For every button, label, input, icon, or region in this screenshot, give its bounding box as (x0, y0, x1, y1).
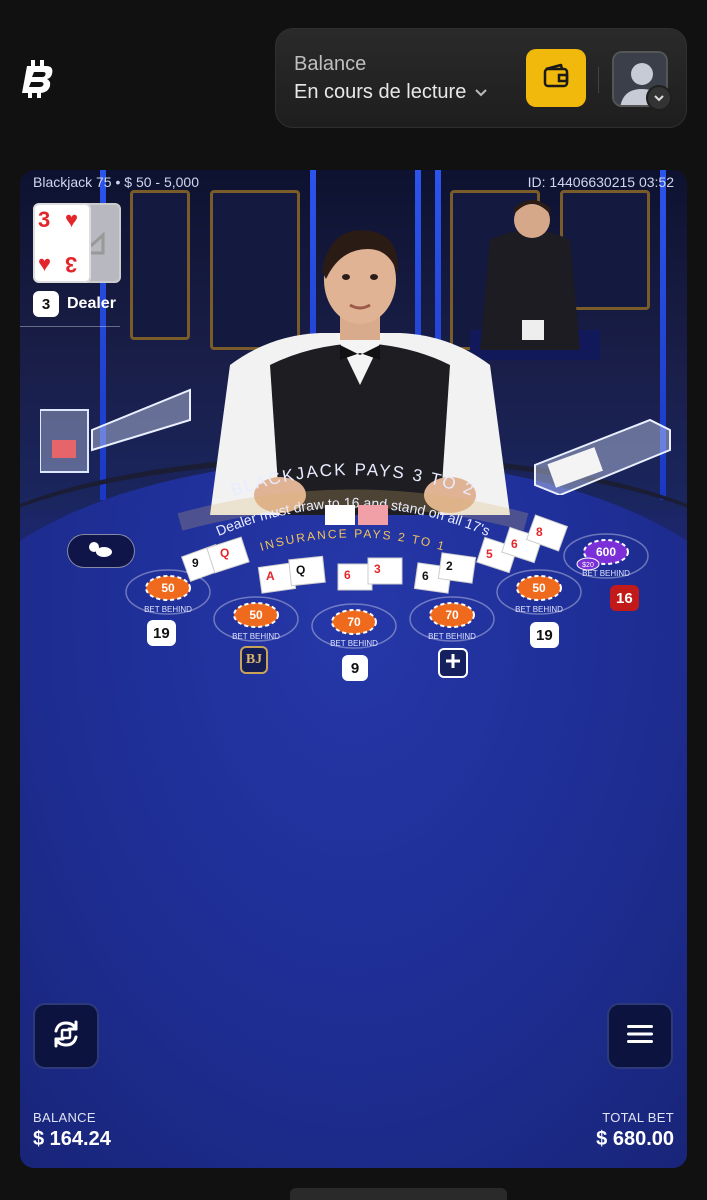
bet-menu-button[interactable] (67, 534, 135, 568)
heart-icon: ♥ (65, 207, 79, 232)
balance-status: En cours de lecture (294, 81, 467, 103)
hamburger-icon (625, 1022, 655, 1051)
chevron-down-icon (474, 81, 488, 104)
home-indicator (290, 1188, 507, 1200)
total-bet-label: TOTAL BET (602, 1110, 674, 1125)
bet-behind-label: BET BEHIND (428, 632, 476, 641)
table-name: Blackjack 75 • $ 50 - 5,000 (33, 174, 199, 190)
bet-behind-label: BET BEHIND (515, 605, 563, 614)
reload-stream-button[interactable] (33, 1003, 99, 1069)
chip-value: 50 (161, 581, 175, 595)
chip-value: 70 (445, 608, 459, 622)
add-bet-button[interactable] (438, 648, 468, 678)
refresh-icon (49, 1017, 83, 1056)
card-rank: 3 (38, 207, 51, 232)
bet-behind-label: BET BEHIND (330, 639, 378, 648)
card-rank: 3 (65, 252, 78, 277)
chip-value: 600 (596, 545, 616, 559)
side-bet-value: $20 (582, 562, 594, 569)
heart-icon: ♥ (38, 251, 52, 276)
seat-score: 9 (342, 655, 368, 681)
live-blackjack-stream: BLACKJACK PAYS 3 TO 2 Dealer must draw t… (20, 170, 687, 1168)
avatar-menu-button[interactable] (646, 85, 672, 111)
blackjack-badge: BJ (240, 646, 268, 674)
balance-label: Balance (294, 53, 367, 75)
seat-score: 19 (147, 620, 176, 646)
dealer-hand: 3 ♥ ♥ 3 (33, 203, 121, 283)
balance-value: $ 164.24 (33, 1128, 111, 1150)
dealer-label: Dealer (67, 295, 116, 312)
balance-label: BALANCE (33, 1110, 96, 1125)
balance-panel: Balance En cours de lecture (275, 28, 687, 128)
dealer-card: 3 ♥ ♥ 3 (33, 203, 91, 283)
top-bar: Balance En cours de lecture (0, 0, 707, 160)
total-bet-value: $ 680.00 (596, 1128, 674, 1150)
chip-value: 50 (532, 581, 546, 595)
chips-icon (86, 539, 116, 564)
bitcasino-logo[interactable] (20, 58, 56, 100)
chevron-down-icon (653, 89, 665, 107)
seat-score: 16 (610, 585, 639, 611)
balance-dropdown[interactable]: En cours de lecture (294, 81, 488, 104)
dealer-score: 3 (33, 291, 59, 317)
bet-behind-label: BET BEHIND (144, 605, 192, 614)
dealer-score-row: 3 Dealer (33, 291, 116, 317)
round-id: ID: 14406630215 03:52 (527, 174, 674, 190)
plus-icon (444, 652, 462, 675)
divider (20, 326, 120, 327)
wallet-button[interactable] (526, 49, 586, 107)
bet-behind-label: BET BEHIND (232, 632, 280, 641)
menu-button[interactable] (607, 1003, 673, 1069)
chip-value: 70 (347, 615, 361, 629)
bet-footer: BALANCE $ 164.24 TOTAL BET $ 680.00 (20, 1098, 687, 1168)
chip-value: 50 (249, 608, 263, 622)
divider (598, 67, 599, 93)
wallet-icon (542, 63, 570, 94)
seat-score: 19 (530, 622, 559, 648)
